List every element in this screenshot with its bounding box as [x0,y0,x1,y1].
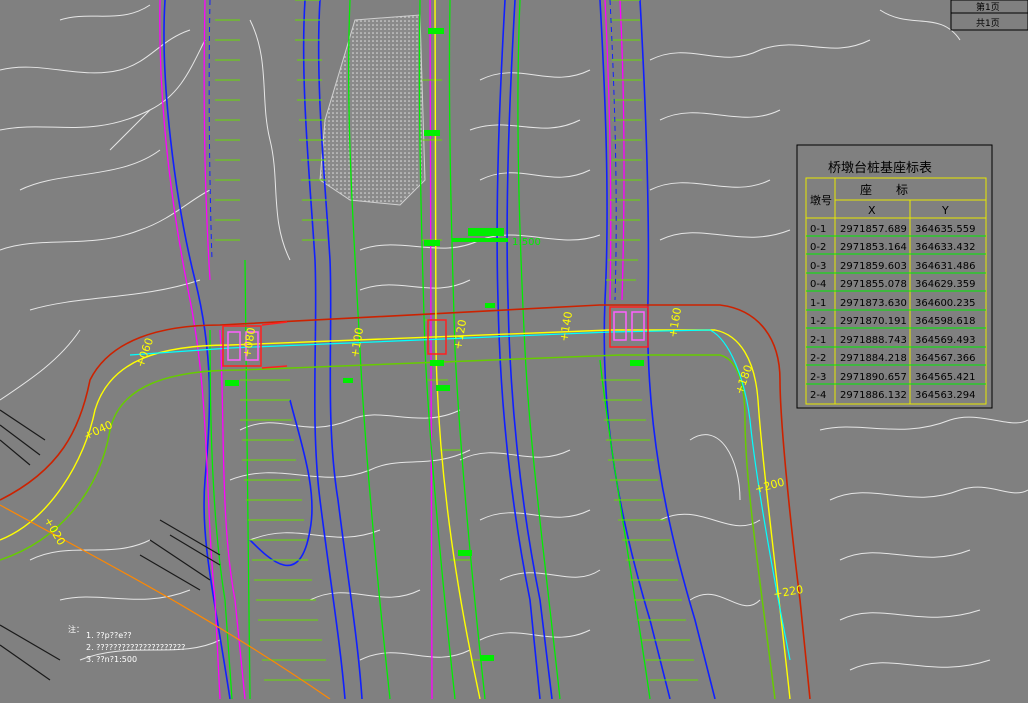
row-id: 1-2 [810,316,826,327]
station-label: +100 [348,327,366,359]
bridge-axis [129,329,791,661]
row-x: 2971890.657 [840,372,907,383]
row-id: 0-3 [810,261,826,272]
row-x: 2971855.078 [840,279,907,290]
notes-block: 注： 1. ??p??e?? 2. ????????????????????? … [68,624,185,664]
row-y: 364631.486 [915,261,975,272]
title-block-row: 第1页 [976,1,1000,13]
notes-line: 3. ??n?1:500 [86,655,137,664]
row-id: 0-1 [810,224,826,235]
station-labels: +020 +040 +060 +080 +100 +120 +140 +160 … [41,307,804,601]
notes-heading: 注： [68,624,84,634]
cad-drawing: 1:500 +020 +040 +060 +080 +100 +120 +140… [0,0,1028,700]
notes-line: 2. ????????????????????? [86,643,185,652]
drawing-svg: 1:500 +020 +040 +060 +080 +100 +120 +140… [0,0,1028,700]
row-id: 1-1 [810,298,826,309]
title-block-row: 共1页 [976,18,1000,29]
row-y: 364598.618 [915,316,975,327]
scale-label: 1:500 [512,237,541,248]
header-y: Y [941,204,949,217]
row-x: 2971853.164 [840,242,907,253]
row-x: 2971859.603 [840,261,907,272]
row-x: 2971873.630 [840,298,907,309]
row-id: 2-3 [810,372,826,383]
row-x: 2971886.132 [840,390,907,401]
row-id: 2-1 [810,335,826,346]
row-x: 2971888.743 [840,335,907,346]
row-y: 364569.493 [915,335,975,346]
row-y: 364565.421 [915,372,975,383]
row-x: 2971884.218 [840,353,907,364]
row-y: 364635.559 [915,224,975,235]
row-id: 0-4 [810,279,826,290]
row-x: 2971857.689 [840,224,907,235]
row-x: 2971870.191 [840,316,907,327]
station-label: +200 [753,476,786,496]
title-block: 第1页 共1页 [950,0,1028,31]
row-y: 364600.235 [915,298,975,309]
header-group: 座 标 [860,182,908,197]
row-id: 2-2 [810,353,826,364]
row-id: 2-4 [810,390,826,401]
station-label: +060 [134,336,157,369]
notes-line: 1. ??p??e?? [86,631,132,640]
row-y: 364629.359 [915,279,975,290]
header-id: 墩号 [810,193,832,207]
coord-table-title: 桥墩台桩基座标表 [828,161,932,176]
station-label: +140 [557,311,575,343]
station-label: +160 [666,307,684,339]
row-y: 364563.294 [915,390,975,401]
abutment-2 [609,306,649,348]
row-y: 364633.432 [915,242,975,253]
station-label: +080 [240,327,258,359]
station-label: +040 [82,418,115,443]
hatched-area [319,14,426,206]
row-y: 364567.366 [915,353,975,364]
header-x: X [868,204,876,217]
row-id: 0-2 [810,242,826,253]
coord-table: 桥墩台桩基座标表 墩号 座 标 X Y 0-1 2971857.689 3646… [796,144,993,409]
